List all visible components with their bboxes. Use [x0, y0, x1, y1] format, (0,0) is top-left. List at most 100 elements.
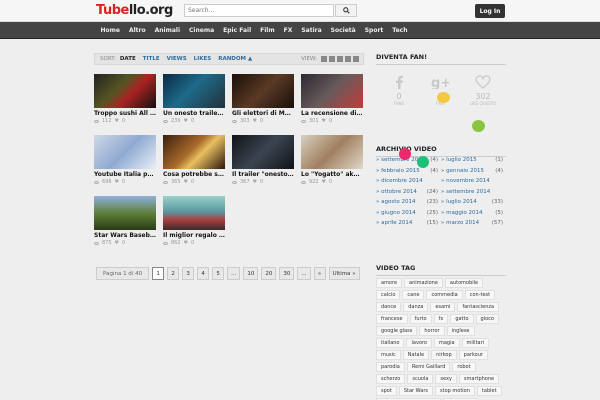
- tag-link[interactable]: parodia: [376, 362, 405, 372]
- grid-view-icon[interactable]: [337, 56, 343, 62]
- large-grid-view-icon[interactable]: [345, 56, 351, 62]
- tag-link[interactable]: furto: [409, 314, 432, 324]
- tag-link[interactable]: cane: [402, 290, 425, 300]
- nav-item-4[interactable]: Epic Fail: [219, 22, 256, 39]
- tag-link[interactable]: esami: [430, 302, 456, 312]
- search-input[interactable]: [184, 4, 334, 17]
- last-page-link[interactable]: Ultima »: [328, 267, 360, 280]
- video-card[interactable]: Cosa potrebbe suc... 365 ♥ 0: [163, 135, 225, 188]
- tag-link[interactable]: robot: [452, 362, 476, 372]
- nav-item-9[interactable]: Sport: [360, 22, 388, 39]
- archive-link[interactable]: » luglio 2015: [441, 157, 477, 163]
- tag-link[interactable]: stop motion: [435, 386, 475, 396]
- video-title[interactable]: Star Wars Baseball: [94, 232, 156, 239]
- site-logo[interactable]: Tubello.org: [96, 3, 173, 18]
- nav-item-3[interactable]: Cinema: [185, 22, 219, 39]
- archive-item[interactable]: » giugno 2014 (25): [376, 210, 441, 216]
- video-thumbnail[interactable]: [301, 135, 363, 169]
- video-thumbnail[interactable]: [94, 135, 156, 169]
- archive-link[interactable]: » febbraio 2015: [376, 168, 420, 174]
- video-thumbnail[interactable]: [301, 74, 363, 108]
- tag-link[interactable]: militari: [461, 338, 490, 348]
- nav-item-1[interactable]: Altro: [124, 22, 150, 39]
- tag-link[interactable]: animazione: [404, 278, 443, 288]
- archive-link[interactable]: » ottobre 2014: [376, 189, 417, 195]
- video-title[interactable]: Il trailer "onesto" ...: [232, 171, 294, 178]
- archive-item[interactable]: » luglio 2014 (33): [441, 199, 506, 205]
- nav-item-5[interactable]: Film: [256, 22, 279, 39]
- sort-likes[interactable]: LIKES: [194, 56, 212, 62]
- video-card[interactable]: Lo "Yogatto" aka i... 922 ♥ 0: [301, 135, 363, 188]
- like-fan[interactable]: 302 LIKE QUESTO: [468, 75, 498, 106]
- tag-link[interactable]: scuola: [407, 374, 434, 384]
- tag-link[interactable]: inglese: [446, 326, 475, 336]
- archive-link[interactable]: » luglio 2014: [441, 199, 477, 205]
- tag-link[interactable]: Natale: [402, 350, 430, 360]
- tag-link[interactable]: parkour: [458, 350, 488, 360]
- tag-link[interactable]: francese: [376, 314, 408, 324]
- archive-item[interactable]: » febbraio 2015 (4): [376, 168, 441, 174]
- archive-item[interactable]: » ottobre 2014 (24): [376, 189, 441, 195]
- page-link[interactable]: 10: [243, 267, 259, 280]
- tag-link[interactable]: calcio: [376, 290, 401, 300]
- video-title[interactable]: Un onesto trailer d...: [163, 110, 225, 117]
- nav-item-8[interactable]: Società: [326, 22, 360, 39]
- video-title[interactable]: Youtube Italia pre...: [94, 171, 156, 178]
- tag-link[interactable]: fantascienza: [457, 302, 500, 312]
- video-thumbnail[interactable]: [163, 74, 225, 108]
- video-title[interactable]: Gli elettori di Matt...: [232, 110, 294, 117]
- facebook-fan[interactable]: 0 FANS: [384, 75, 414, 106]
- page-link[interactable]: 4: [197, 267, 210, 280]
- tag-link[interactable]: gioco: [475, 314, 499, 324]
- tag-link[interactable]: spot: [376, 386, 397, 396]
- archive-item[interactable]: » luglio 2015 (1): [441, 157, 506, 163]
- video-title[interactable]: La recensione di Y...: [301, 110, 363, 117]
- nav-item-10[interactable]: Tech: [388, 22, 412, 39]
- tag-link[interactable]: italiano: [376, 338, 405, 348]
- tag-link[interactable]: gatto: [450, 314, 474, 324]
- nav-item-0[interactable]: Home: [96, 22, 124, 39]
- archive-item[interactable]: » marzo 2014 (57): [441, 220, 506, 226]
- archive-item[interactable]: » agosto 2014 (23): [376, 199, 441, 205]
- tag-link[interactable]: horror: [419, 326, 445, 336]
- video-thumbnail[interactable]: [163, 135, 225, 169]
- video-card[interactable]: La recensione di Y... 301 ♥ 0: [301, 74, 363, 127]
- sort-date[interactable]: DATE: [120, 56, 136, 62]
- video-thumbnail[interactable]: [232, 135, 294, 169]
- archive-item[interactable]: » dicembre 2014: [376, 178, 441, 184]
- archive-link[interactable]: » giugno 2014: [376, 210, 416, 216]
- tag-link[interactable]: commedia: [426, 290, 463, 300]
- tag-link[interactable]: Remi Gaillard: [406, 362, 451, 372]
- list-view-icon[interactable]: [321, 56, 327, 62]
- page-link[interactable]: 2: [167, 267, 180, 280]
- video-title[interactable]: Il miglior regalo di...: [163, 232, 225, 239]
- tag-link[interactable]: con-test: [464, 290, 496, 300]
- tag-link[interactable]: fx: [433, 314, 449, 324]
- archive-item[interactable]: » maggio 2014 (5): [441, 210, 506, 216]
- page-link[interactable]: 3: [182, 267, 195, 280]
- page-link[interactable]: ...: [227, 267, 241, 280]
- tile-view-icon[interactable]: [353, 56, 359, 62]
- archive-link[interactable]: » novembre 2014: [441, 178, 490, 184]
- page-link[interactable]: 20: [261, 267, 277, 280]
- sort-views[interactable]: VIEWS: [167, 56, 187, 62]
- nav-item-7[interactable]: Satira: [297, 22, 326, 39]
- tag-link[interactable]: dance: [376, 302, 402, 312]
- page-link[interactable]: ...: [297, 267, 311, 280]
- tag-link[interactable]: automobile: [444, 278, 484, 288]
- archive-item[interactable]: » novembre 2014: [441, 178, 506, 184]
- login-button[interactable]: Log In: [475, 4, 505, 18]
- archive-item[interactable]: » settembre 2014: [441, 189, 506, 195]
- archive-link[interactable]: » gennaio 2015: [441, 168, 484, 174]
- tag-link[interactable]: smartphone: [458, 374, 500, 384]
- tag-link[interactable]: amore: [376, 278, 403, 288]
- video-thumbnail[interactable]: [232, 74, 294, 108]
- archive-link[interactable]: » agosto 2014: [376, 199, 415, 205]
- archive-item[interactable]: » aprile 2014 (15): [376, 220, 441, 226]
- tag-link[interactable]: tablet: [476, 386, 502, 396]
- video-card[interactable]: Gli elettori di Matt... 303 ♥ 0: [232, 74, 294, 127]
- page-link[interactable]: 5: [212, 267, 225, 280]
- page-link[interactable]: 1: [152, 267, 165, 280]
- page-link[interactable]: 30: [279, 267, 295, 280]
- video-title[interactable]: Lo "Yogatto" aka i...: [301, 171, 363, 178]
